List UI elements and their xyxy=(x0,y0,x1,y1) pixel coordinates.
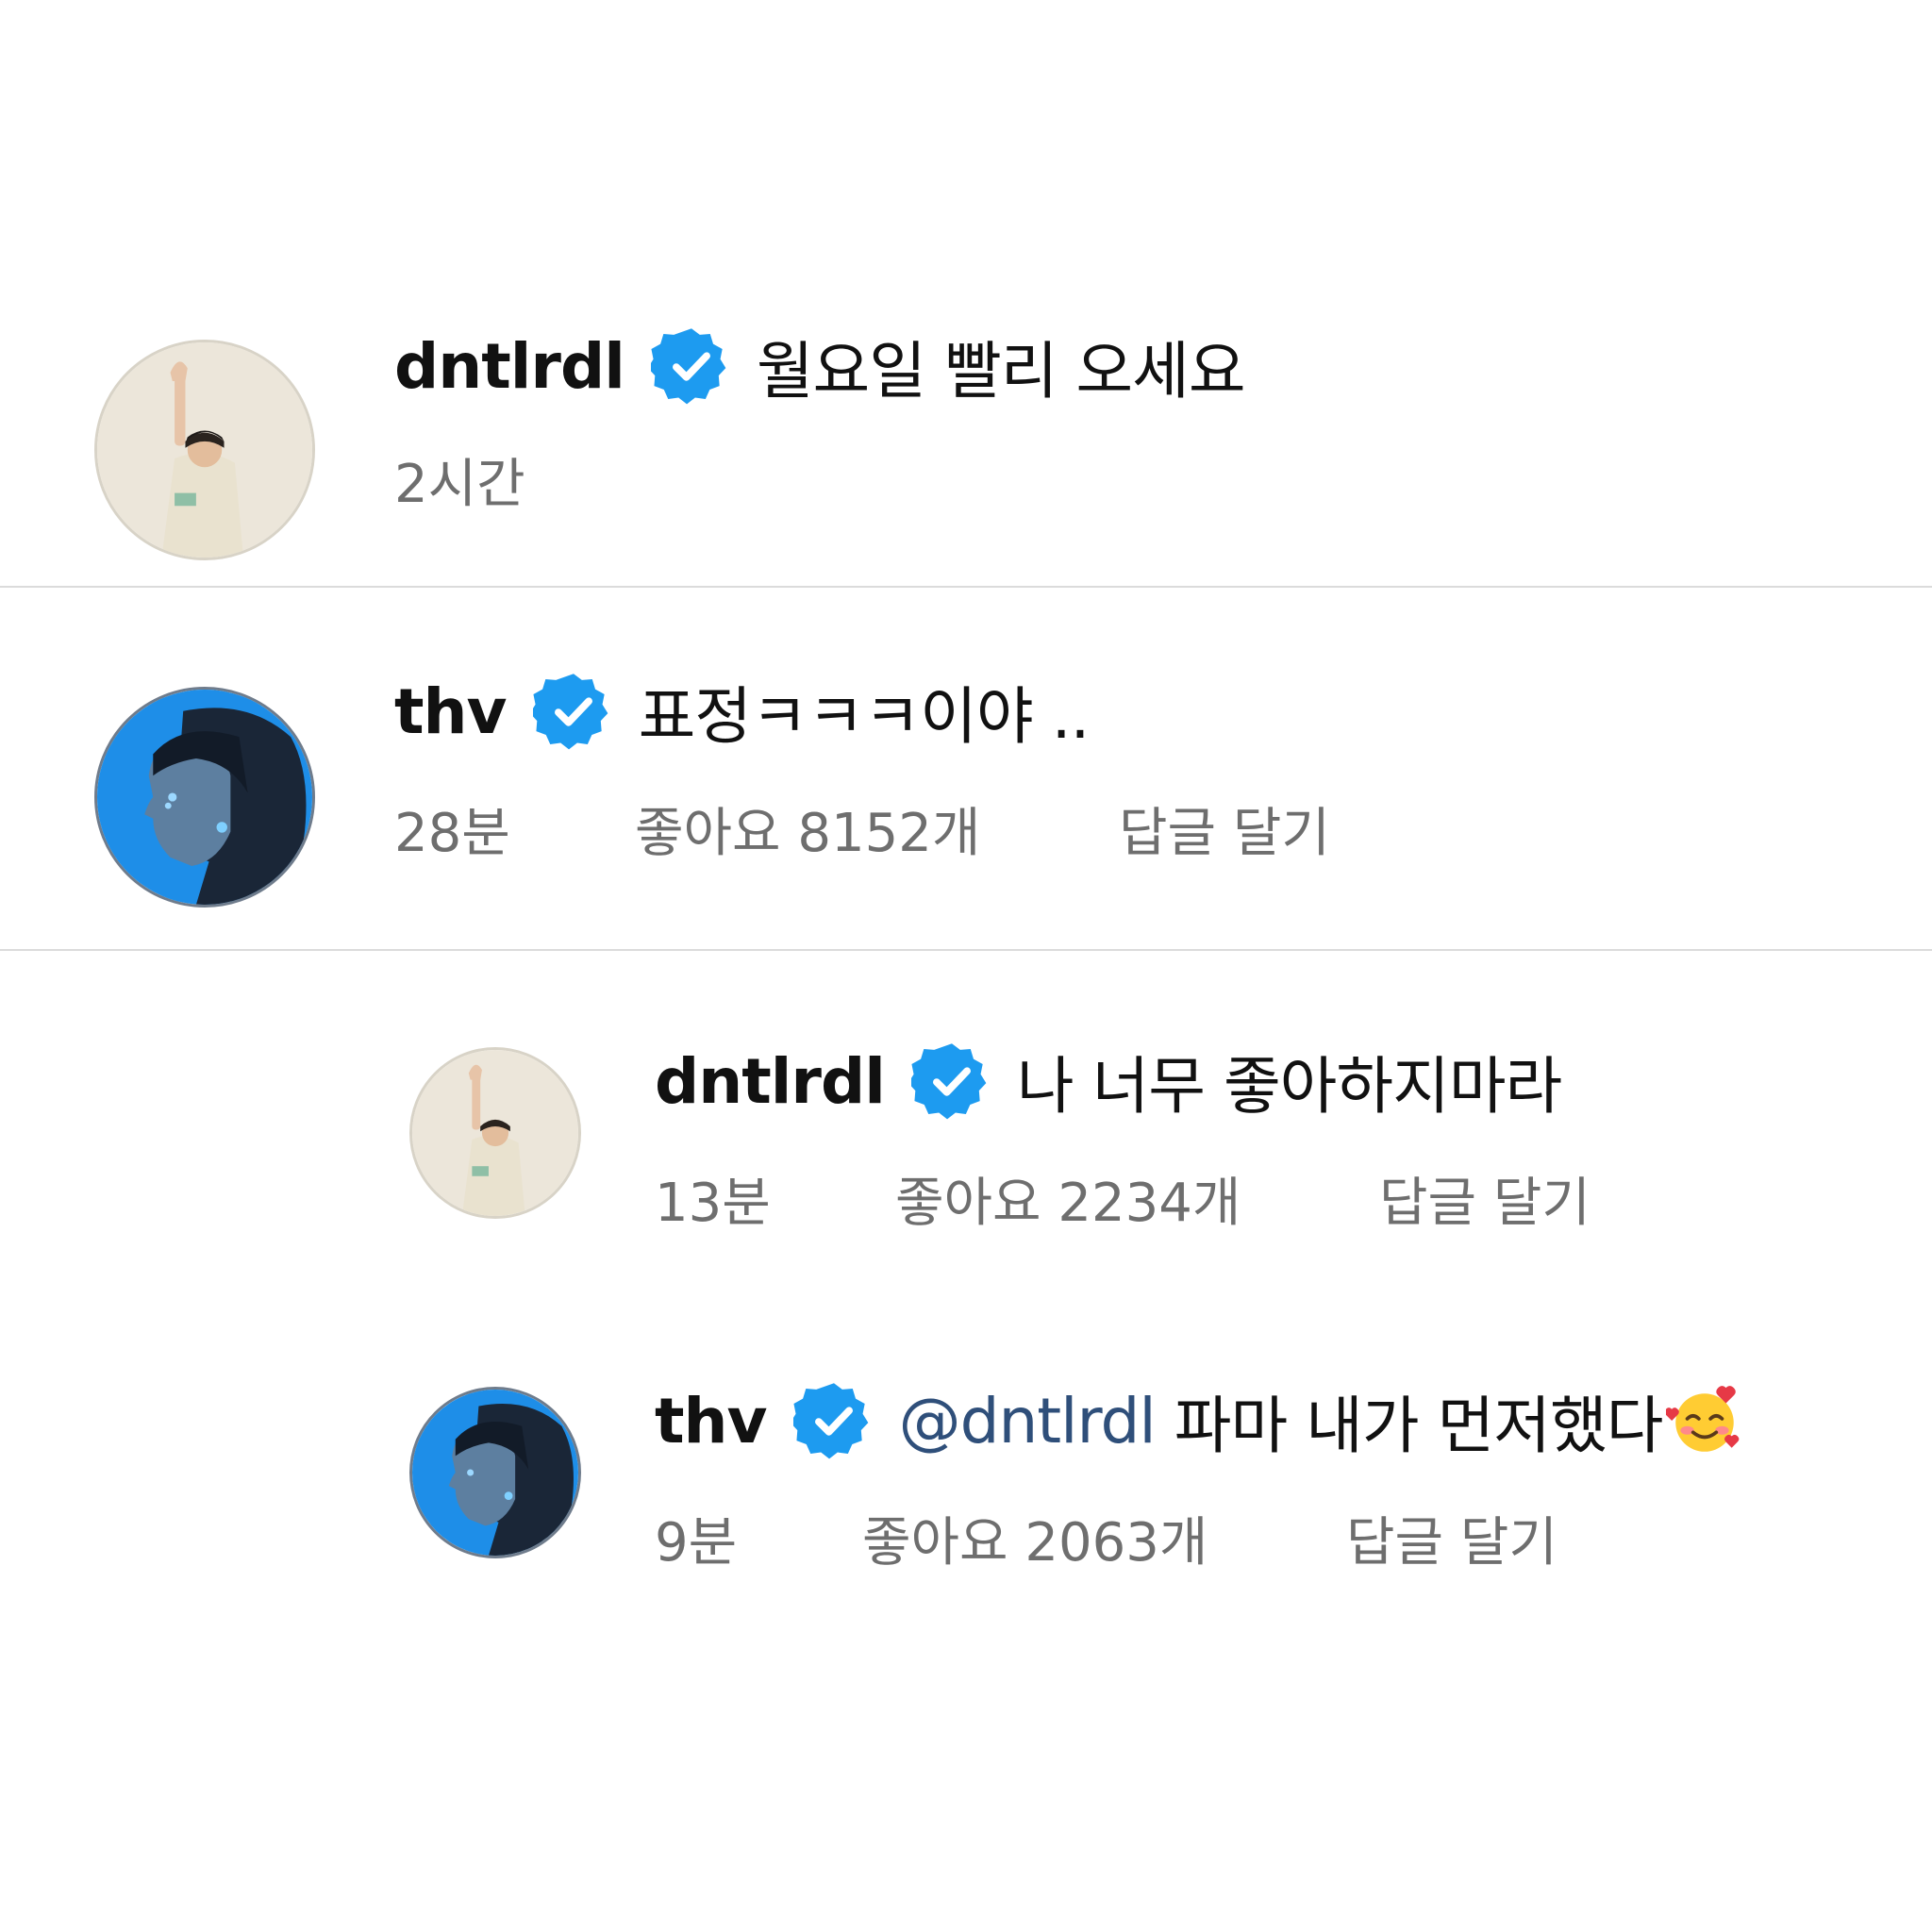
comments-page: dntlrdl 월요일 빨리 오세요 2시간 thv 표정ㅋㅋㅋ이야 .. 28… xyxy=(0,0,1932,1932)
likes-count[interactable]: 좋아요 2063개 xyxy=(862,1500,1208,1576)
avatar[interactable] xyxy=(94,687,315,908)
mention-link[interactable]: @dntlrdl xyxy=(899,1385,1157,1457)
reply-meta: 9분 좋아요 2063개 답글 달기 xyxy=(655,1500,1692,1574)
reply-button[interactable]: 답글 달기 xyxy=(1346,1500,1557,1576)
username[interactable]: thv xyxy=(394,675,508,748)
comment-line: dntlrdl 월요일 빨리 오세요 xyxy=(394,325,1246,408)
likes-count[interactable]: 좋아요 2234개 xyxy=(895,1160,1241,1237)
username[interactable]: thv xyxy=(655,1385,768,1457)
reply-meta: 13분 좋아요 2234개 답글 달기 xyxy=(655,1160,1692,1234)
reply-button[interactable]: 답글 달기 xyxy=(1119,791,1330,867)
comment-meta: 2시간 xyxy=(394,441,1338,515)
likes-count[interactable]: 좋아요 8152개 xyxy=(635,791,980,867)
reply-line: thv @dntlrdl 파마 내가 먼저했다 xyxy=(655,1380,1743,1462)
avatar[interactable] xyxy=(409,1047,581,1219)
divider xyxy=(0,586,1932,588)
comment-line: thv 표정ㅋㅋㅋ이야 .. xyxy=(394,671,1091,753)
reply-line: dntlrdl 나 너무 좋아하지마라 xyxy=(655,1041,1562,1123)
timestamp: 9분 xyxy=(655,1512,738,1574)
dntlrdl-avatar-image xyxy=(97,342,312,558)
dntlrdl-avatar-image xyxy=(412,1050,578,1216)
timestamp: 2시간 xyxy=(394,454,525,515)
username[interactable]: dntlrdl xyxy=(655,1045,886,1118)
verified-badge-icon xyxy=(792,1380,874,1461)
comment-meta: 28분 좋아요 8152개 답글 달기 xyxy=(394,791,1432,864)
verified-badge-icon xyxy=(650,325,732,407)
reply-button[interactable]: 답글 달기 xyxy=(1379,1160,1591,1237)
avatar[interactable] xyxy=(94,340,315,560)
verified-badge-icon xyxy=(910,1041,992,1122)
avatar[interactable] xyxy=(409,1387,581,1558)
comment-text: 표정ㅋㅋㅋ이야 .. xyxy=(638,680,1091,753)
verified-badge-icon xyxy=(532,671,614,752)
divider xyxy=(0,949,1932,951)
timestamp: 13분 xyxy=(655,1173,771,1234)
smiling-face-with-hearts-icon xyxy=(1666,1382,1743,1459)
comment-text: 월요일 빨리 오세요 xyxy=(756,335,1246,408)
thv-avatar-image xyxy=(412,1390,578,1556)
timestamp: 28분 xyxy=(394,803,510,864)
reply-text: 파마 내가 먼저했다 xyxy=(1174,1390,1664,1462)
username[interactable]: dntlrdl xyxy=(394,330,625,403)
reply-text: 나 너무 좋아하지마라 xyxy=(1016,1050,1562,1123)
thv-avatar-image xyxy=(97,690,312,905)
